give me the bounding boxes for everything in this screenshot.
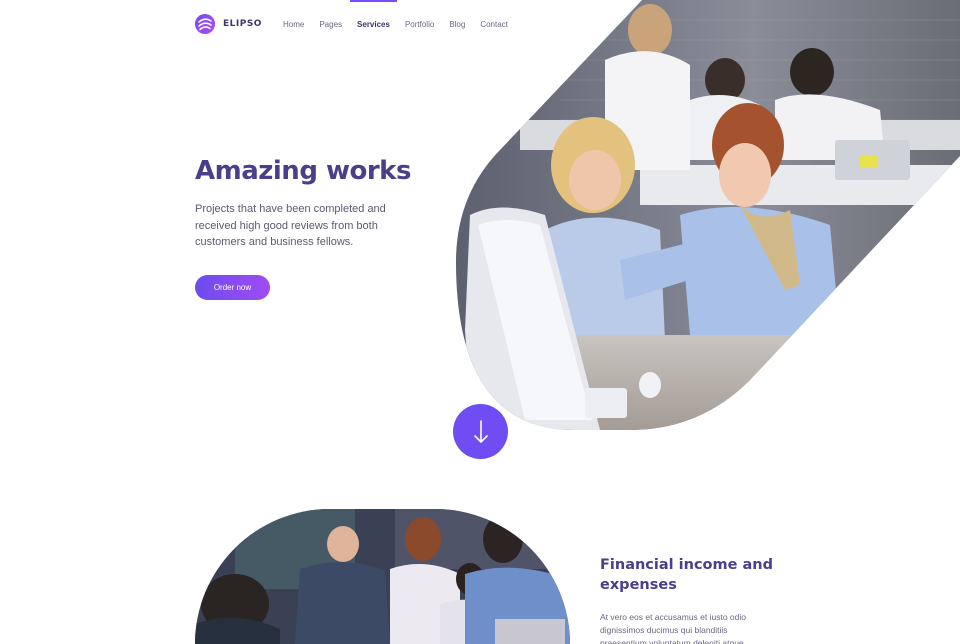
main-nav: Home Pages Services Portfolio Blog Conta… [283, 0, 523, 48]
nav-item-blog[interactable]: Blog [449, 0, 465, 48]
nav-item-contact[interactable]: Contact [480, 0, 508, 48]
nav-item-portfolio[interactable]: Portfolio [405, 0, 434, 48]
order-now-button[interactable]: Order now [195, 275, 270, 300]
arrow-down-icon [473, 419, 488, 443]
hero-title: Amazing works [195, 156, 411, 186]
feature-image [195, 509, 570, 644]
feature-description: At vero eos et accusamus et iusto odio d… [600, 612, 746, 644]
scroll-down-button[interactable] [453, 404, 508, 459]
brand-logo[interactable]: ELIPSO [195, 14, 262, 34]
hero-description: Projects that have been completed and re… [195, 203, 386, 248]
nav-item-services[interactable]: Services [350, 0, 397, 48]
meeting-photo [195, 509, 570, 644]
feature-title: Financial income and expenses [600, 557, 774, 593]
brand-name: ELIPSO [223, 19, 262, 29]
nav-item-pages[interactable]: Pages [319, 0, 342, 48]
logo-icon [195, 14, 215, 34]
nav-item-home[interactable]: Home [283, 0, 304, 48]
